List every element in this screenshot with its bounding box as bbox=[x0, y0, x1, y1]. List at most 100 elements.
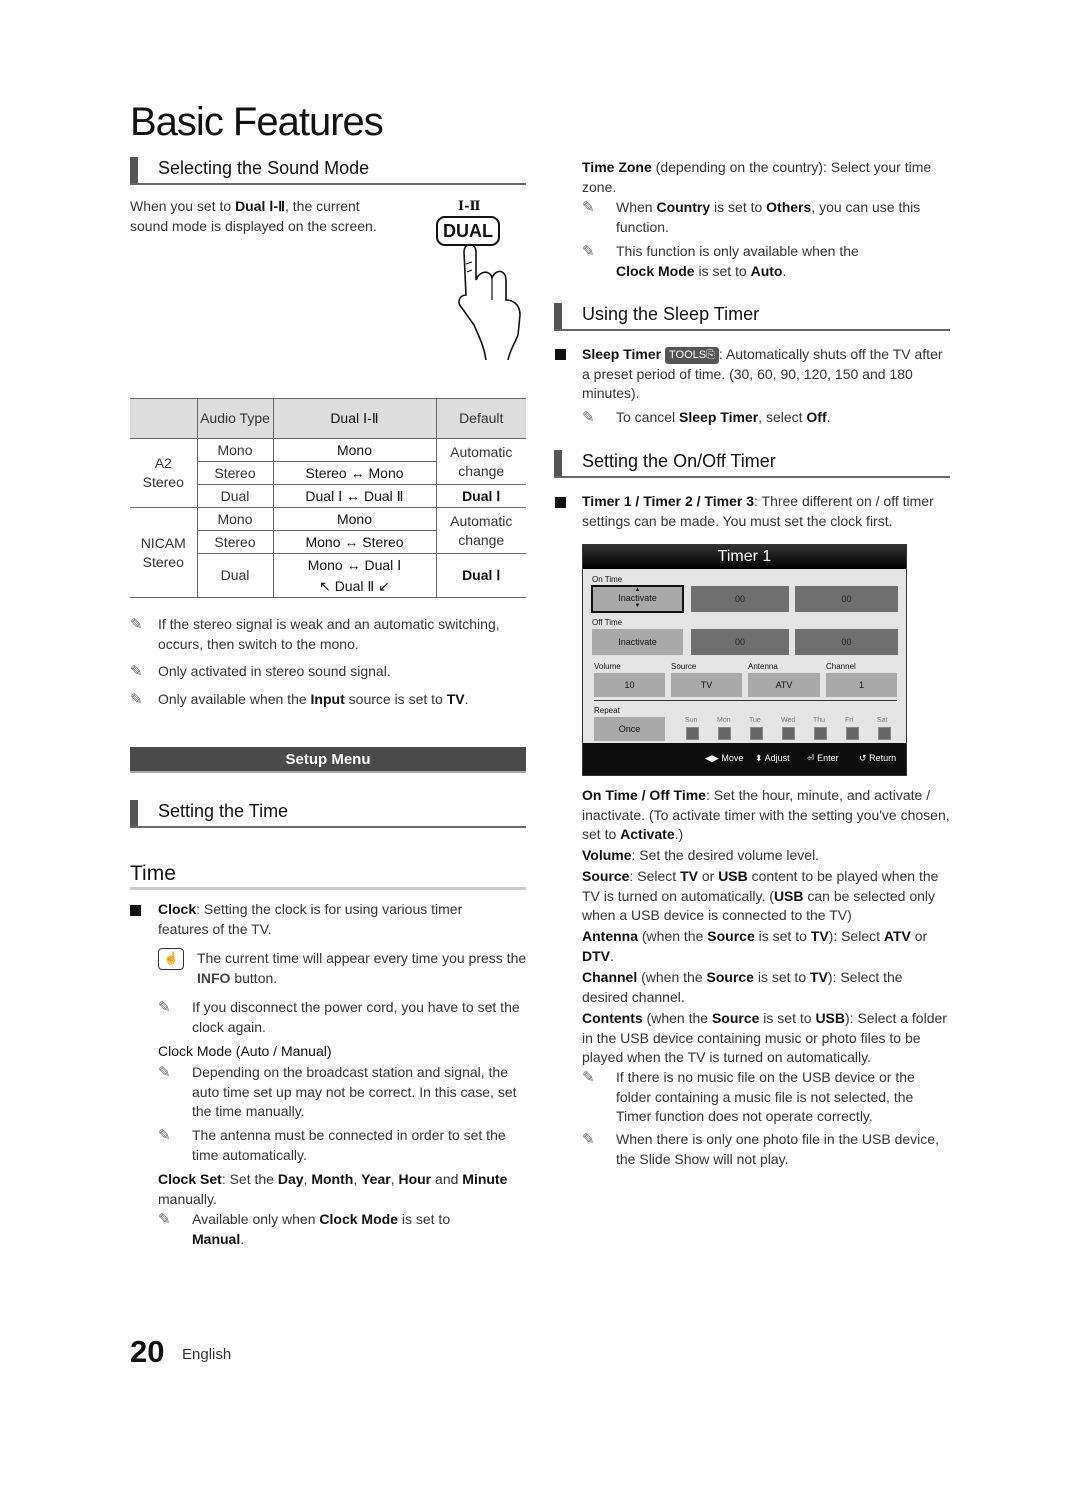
audio-type-cell: Stereo bbox=[196, 530, 274, 554]
text: is set to bbox=[759, 1010, 816, 1026]
text: is set to bbox=[754, 928, 811, 944]
dual-cell: Mono bbox=[272, 438, 437, 462]
heading-text: Using the Sleep Timer bbox=[582, 304, 760, 324]
note-pencil-icon: ✎ bbox=[582, 1069, 595, 1086]
section-heading-setting-time: Setting the Time bbox=[130, 800, 526, 828]
note-text-bold: Others bbox=[766, 199, 812, 215]
note: ✎ The antenna must be connected in order… bbox=[158, 1126, 528, 1165]
dual-line: ↖ Dual Ⅱ ↙ bbox=[319, 577, 390, 594]
source-description: Source: Select TV or USB content to be p… bbox=[582, 867, 952, 926]
text-bold: DTV bbox=[582, 947, 610, 964]
page-number: 20 bbox=[130, 1334, 165, 1369]
note-pencil-icon: ✎ bbox=[158, 999, 171, 1016]
note-text-bold: Input bbox=[310, 691, 345, 707]
text-bold: Dual Ⅰ-Ⅱ bbox=[235, 198, 285, 214]
note: ✎ Only available when the Input source i… bbox=[130, 690, 526, 710]
time-subheading: Time bbox=[130, 862, 176, 885]
default-cell: Dual Ⅰ bbox=[435, 553, 526, 598]
note-text: Depending on the broadcast station and s… bbox=[192, 1064, 517, 1119]
heading-bar bbox=[554, 303, 562, 329]
off-time-minute-field[interactable]: 00 bbox=[795, 629, 898, 655]
divider bbox=[594, 700, 897, 701]
note: ✎ When there is only one photo file in t… bbox=[582, 1130, 952, 1169]
day-checkbox[interactable] bbox=[878, 727, 891, 740]
tools-label: TOOLS bbox=[669, 349, 707, 361]
note: ✎ If there is no music file on the USB d… bbox=[582, 1068, 952, 1127]
text-bold: TV bbox=[810, 969, 828, 985]
audio-type-cell: Mono bbox=[196, 438, 274, 462]
antenna-field[interactable]: ATV bbox=[748, 673, 820, 697]
text: ): Select bbox=[828, 928, 884, 944]
on-time-state-select[interactable]: ▲ Inactivate ▼ bbox=[591, 585, 684, 613]
text: : Set the bbox=[221, 1171, 278, 1187]
day-checkbox[interactable] bbox=[718, 727, 731, 740]
text-bold: Activate bbox=[620, 826, 675, 842]
audio-type-cell: Mono bbox=[196, 507, 274, 531]
press-button-icon: ☝ bbox=[158, 948, 184, 970]
repeat-select[interactable]: Once bbox=[594, 717, 665, 741]
arrow-down-icon: ▼ bbox=[634, 603, 641, 609]
note-text: Only activated in stereo sound signal. bbox=[158, 663, 391, 679]
page-title: Basic Features bbox=[130, 100, 384, 144]
note-text: If there is no music file on the USB dev… bbox=[616, 1069, 915, 1124]
off-time-state-select[interactable]: Inactivate bbox=[592, 629, 683, 655]
note-text: is set to bbox=[397, 1211, 451, 1227]
dual-cell: Mono bbox=[272, 507, 437, 531]
day-checkbox[interactable] bbox=[686, 727, 699, 740]
day-label: Wed bbox=[781, 717, 796, 724]
heading-text: Setting the Time bbox=[158, 801, 289, 821]
text-bold: Sleep Timer bbox=[582, 346, 662, 362]
on-time-minute-field[interactable]: 00 bbox=[795, 586, 898, 612]
text: manually. bbox=[158, 1190, 217, 1207]
text: When you set to bbox=[130, 198, 236, 214]
note-text: To cancel bbox=[616, 409, 680, 425]
note-pencil-icon: ✎ bbox=[582, 1131, 595, 1148]
note: ✎ If the stereo signal is weak and an au… bbox=[130, 615, 526, 654]
audio-type-cell: Stereo bbox=[196, 461, 274, 485]
bullet-square-icon bbox=[130, 905, 141, 916]
onoff-time-description: On Time / Off Time: Set the hour, minute… bbox=[582, 786, 952, 845]
audio-type-cell: Dual bbox=[196, 553, 274, 598]
note: ✎ When Country is set to Others, you can… bbox=[582, 198, 952, 237]
on-time-label: On Time bbox=[592, 575, 623, 584]
note: ✎ If you disconnect the power cord, you … bbox=[158, 998, 528, 1037]
contents-description: Contents (when the Source is set to USB)… bbox=[582, 1009, 954, 1068]
timer-osd-screen: Timer 1 On Time ▲ Inactivate ▼ 00 00 Off… bbox=[582, 544, 907, 776]
channel-field[interactable]: 1 bbox=[826, 673, 897, 697]
note-text: . bbox=[464, 691, 469, 707]
text: The current time will appear every time … bbox=[197, 950, 527, 966]
text-bold: Timer 1 / Timer 2 / Timer 3 bbox=[582, 493, 754, 509]
text-bold: TV bbox=[810, 928, 829, 944]
note-text: . bbox=[782, 262, 787, 279]
text-bold: USB bbox=[718, 868, 748, 884]
day-checkbox[interactable] bbox=[846, 727, 859, 740]
text-bold: Clock bbox=[158, 901, 197, 917]
on-time-hour-field[interactable]: 00 bbox=[691, 586, 789, 612]
page-language: English bbox=[182, 1346, 232, 1363]
source-field[interactable]: TV bbox=[671, 673, 742, 697]
volume-field[interactable]: 10 bbox=[594, 673, 665, 697]
clock-set-description: Clock Set: Set the Day, Month, Year, Hou… bbox=[158, 1171, 508, 1207]
note-pencil-icon: ✎ bbox=[158, 1127, 171, 1144]
off-time-hour-field[interactable]: 00 bbox=[691, 629, 789, 655]
day-checkbox[interactable] bbox=[782, 727, 795, 740]
note-text: Only available when the bbox=[158, 691, 311, 707]
day-checkbox[interactable] bbox=[814, 727, 827, 740]
text-bold: Source bbox=[706, 969, 754, 985]
note-text-bold: TV bbox=[446, 691, 465, 707]
text-bold: Minute bbox=[462, 1171, 508, 1187]
note-text: , select bbox=[758, 409, 807, 425]
day-checkbox[interactable] bbox=[750, 727, 763, 740]
text-bold: INFO bbox=[197, 969, 231, 986]
text-bold: Contents bbox=[582, 1010, 643, 1026]
dual-cell: Dual Ⅰ ↔ Dual Ⅱ bbox=[272, 484, 437, 508]
note-pencil-icon: ✎ bbox=[582, 409, 595, 426]
note-text-bold: Manual bbox=[192, 1230, 241, 1247]
hint-label: Enter bbox=[817, 753, 839, 763]
group-name-cell: NICAM Stereo bbox=[130, 507, 198, 598]
text: : Select bbox=[629, 868, 681, 884]
header-cell bbox=[130, 398, 198, 439]
note-text: If the stereo signal is weak and an auto… bbox=[158, 616, 500, 652]
sound-mode-table: Audio Type Dual Ⅰ-Ⅱ Default A2 Stereo Mo… bbox=[130, 398, 526, 598]
return-icon: ↺ bbox=[859, 753, 867, 763]
